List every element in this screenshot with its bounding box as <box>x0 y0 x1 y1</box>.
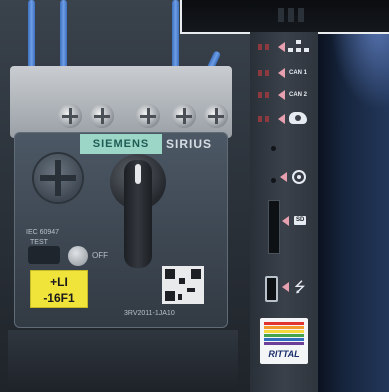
test-button[interactable] <box>28 246 60 264</box>
terminal-screw <box>90 104 114 128</box>
indicator-arrow <box>278 68 285 78</box>
off-indicator <box>68 246 88 266</box>
terminal-screw <box>172 104 196 128</box>
indicator-arrow <box>278 114 285 124</box>
photo-scene: SIEMENS SIRIUS IEC 60947 TEST OFF +LI -1… <box>0 0 389 392</box>
device-tag: +LI -16F1 <box>30 270 88 308</box>
can1-label: CAN 1 <box>289 70 308 76</box>
terminal-block <box>10 66 232 138</box>
blue-wire <box>60 0 67 70</box>
current-setting-dial[interactable] <box>34 154 82 202</box>
terminal-screw <box>136 104 160 128</box>
test-label: TEST <box>30 239 48 246</box>
sd-card-slot[interactable] <box>268 200 280 254</box>
network-status-row <box>256 40 318 54</box>
brand-strip: SIEMENS SIRIUS <box>80 134 220 154</box>
usb-icon: ⭍ <box>294 279 306 295</box>
cloud-icon <box>289 112 307 124</box>
model-number: 3RV2011-1JA10 <box>124 310 175 317</box>
can2-status-row: CAN 2 <box>256 88 318 102</box>
reset-pinhole[interactable] <box>271 146 276 151</box>
rating-text: IEC 60947 <box>26 229 60 236</box>
tag-line-2: -16F1 <box>43 291 75 305</box>
cloud-status-row <box>256 112 318 126</box>
series-label: SIRIUS <box>166 137 213 151</box>
can1-status-row: CAN 1 <box>256 66 318 80</box>
can2-label: CAN 2 <box>289 92 308 98</box>
indicator-arrow <box>282 216 289 226</box>
lower-rail <box>8 330 238 392</box>
sd-label: SD <box>294 216 307 225</box>
rotary-switch-knob[interactable] <box>110 154 166 270</box>
off-label: OFF <box>92 251 108 260</box>
rittal-control-panel: CAN 1 CAN 2 SD ⭍ RITTAL <box>250 32 318 392</box>
rittal-logo: RITTAL <box>260 318 308 364</box>
brand-label: SIEMENS <box>80 134 162 154</box>
tag-line-1: +LI <box>50 275 68 289</box>
indicator-arrow <box>282 282 289 292</box>
usb-port[interactable] <box>265 276 278 302</box>
indicator-arrow <box>278 42 285 52</box>
network-icon <box>288 40 310 53</box>
terminal-screw <box>204 104 228 128</box>
motor-circuit-breaker: SIEMENS SIRIUS IEC 60947 TEST OFF +LI -1… <box>14 132 228 328</box>
terminal-screw <box>58 104 82 128</box>
qr-code <box>162 266 204 304</box>
indicator-arrow <box>280 172 287 182</box>
indicator-arrow <box>278 90 285 100</box>
logo-text: RITTAL <box>268 349 300 359</box>
top-inset-device <box>180 0 389 34</box>
sensor-hole <box>271 178 276 183</box>
target-icon <box>292 170 306 184</box>
